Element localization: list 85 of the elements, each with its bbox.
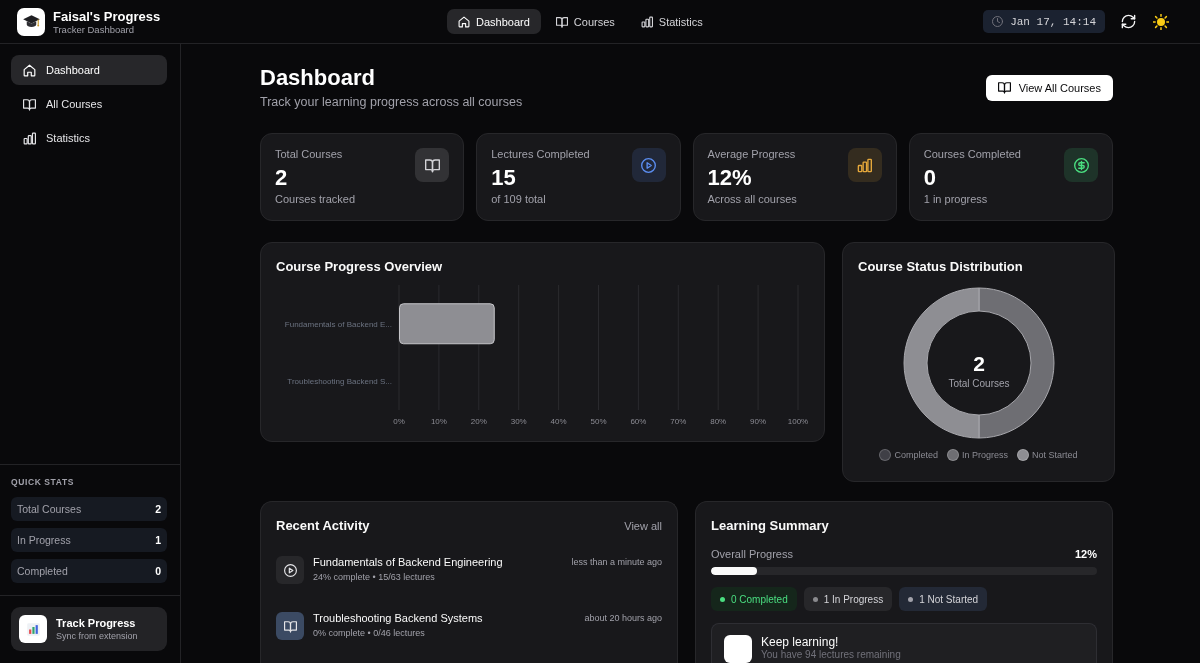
activity-detail: 0% complete • 0/46 lectures	[313, 627, 426, 639]
page-subtitle: Track your learning progress across all courses	[260, 95, 523, 109]
activity-title: Fundamentals of Backend Engineering	[313, 556, 504, 569]
stat-value: 12%	[707, 165, 753, 191]
home-icon	[458, 15, 470, 28]
graduation-cap-icon	[17, 7, 45, 36]
book-icon	[555, 15, 568, 28]
sync-subtitle: Sync from extension	[56, 629, 138, 642]
sun-icon	[1153, 13, 1169, 30]
stat-value: 0	[923, 165, 937, 191]
axis-tick-label: 10%	[430, 417, 447, 426]
bar-chart-icon	[23, 131, 36, 145]
sync-title: Track Progress	[56, 616, 137, 630]
page-title: Dashboard	[260, 66, 376, 90]
card-title: Learning Summary	[711, 518, 830, 534]
view-all-courses-button[interactable]: View All Courses	[985, 74, 1113, 101]
legend-label: In Progress	[962, 449, 1008, 461]
sidebar-item[interactable]: All Courses	[11, 89, 167, 119]
status-count-label: 1 Not Started	[919, 593, 979, 605]
date-time-text: Jan 17, 14:14	[1010, 15, 1096, 28]
activity-detail: 24% complete • 15/63 lectures	[313, 571, 436, 583]
play-icon	[276, 556, 304, 584]
tile-icon	[724, 635, 752, 663]
stat-value: 15	[491, 165, 517, 191]
activity-time: about 20 hours ago	[584, 612, 662, 624]
sidebar-item[interactable]: Dashboard	[11, 55, 167, 85]
book-icon	[997, 81, 1011, 94]
stat-note: 1 in progress	[923, 192, 989, 206]
quick-stat-label: In Progress	[17, 534, 71, 546]
card-title: Course Progress Overview	[276, 259, 444, 275]
status-count-label: 1 In Progress	[823, 593, 884, 605]
stat-label: Courses Completed	[923, 147, 1022, 161]
quick-stat-label: Total Courses	[17, 503, 82, 515]
activity-title: Troubleshooting Backend Systems	[313, 612, 484, 625]
progress-label: Overall Progress	[711, 547, 793, 561]
progress-value: 12%	[1074, 547, 1097, 561]
view-all-link[interactable]: View all	[624, 520, 662, 532]
app-subtitle: Tracker Dashboard	[53, 23, 134, 35]
axis-tick-label: 70%	[670, 417, 687, 426]
nav-tab[interactable]: Statistics	[629, 9, 714, 34]
stat-note: Across all courses	[707, 192, 798, 206]
legend-label: Completed	[894, 449, 938, 461]
stat-note: Courses tracked	[275, 192, 357, 206]
stat-value: 2	[275, 165, 289, 191]
message-text: You have 94 lectures remaining	[761, 649, 901, 661]
quick-stat-value: 2	[155, 503, 161, 515]
stat-label: Average Progress	[707, 147, 797, 161]
card-title: Course Status Distribution	[858, 259, 1024, 275]
quick-stat-label: Completed	[17, 565, 68, 577]
status-count-label: 0 Completed	[731, 593, 788, 605]
nav-tab[interactable]: Courses	[544, 9, 626, 34]
axis-tick-label: 20%	[470, 417, 487, 426]
book-icon	[23, 97, 36, 111]
axis-tick-label: 40%	[550, 417, 567, 426]
category-label: Fundamentals of Backend E...	[284, 319, 392, 329]
axis-tick-label: 100%	[787, 417, 809, 426]
stat-note: of 109 total	[491, 192, 547, 206]
card-title: Recent Activity	[276, 518, 370, 534]
center-value: 2	[972, 352, 985, 375]
activity-time: less than a minute ago	[571, 556, 662, 568]
axis-tick-label: 50%	[590, 417, 607, 426]
clock-icon	[992, 16, 1004, 27]
axis-tick-label: 80%	[710, 417, 727, 426]
quick-stat-value: 0	[155, 565, 161, 577]
axis-tick-label: 0%	[393, 417, 405, 426]
stat-label: Lectures Completed	[491, 147, 591, 161]
bar-chart-icon	[640, 15, 653, 28]
section-heading: QUICK STATS	[11, 477, 75, 488]
refresh-icon	[1120, 14, 1136, 29]
stat-label: Total Courses	[275, 147, 344, 161]
axis-tick-label: 90%	[750, 417, 767, 426]
theme-toggle-button[interactable]	[1151, 11, 1171, 32]
nav-tab[interactable]: Dashboard	[447, 9, 541, 34]
quick-stat-value: 1	[155, 534, 161, 546]
axis-tick-label: 30%	[510, 417, 527, 426]
book-icon	[276, 612, 304, 640]
category-label: Troubleshooting Backend S...	[287, 377, 392, 387]
bar-chart-icon	[19, 615, 47, 643]
legend-label: Not Started	[1032, 449, 1078, 461]
app-title: Faisal's Progress	[53, 8, 161, 24]
home-icon	[23, 63, 36, 77]
sidebar-item[interactable]: Statistics	[11, 123, 167, 153]
center-label: Total Courses	[947, 378, 1010, 389]
axis-tick-label: 60%	[630, 417, 647, 426]
message-title: Keep learning!	[761, 635, 840, 649]
